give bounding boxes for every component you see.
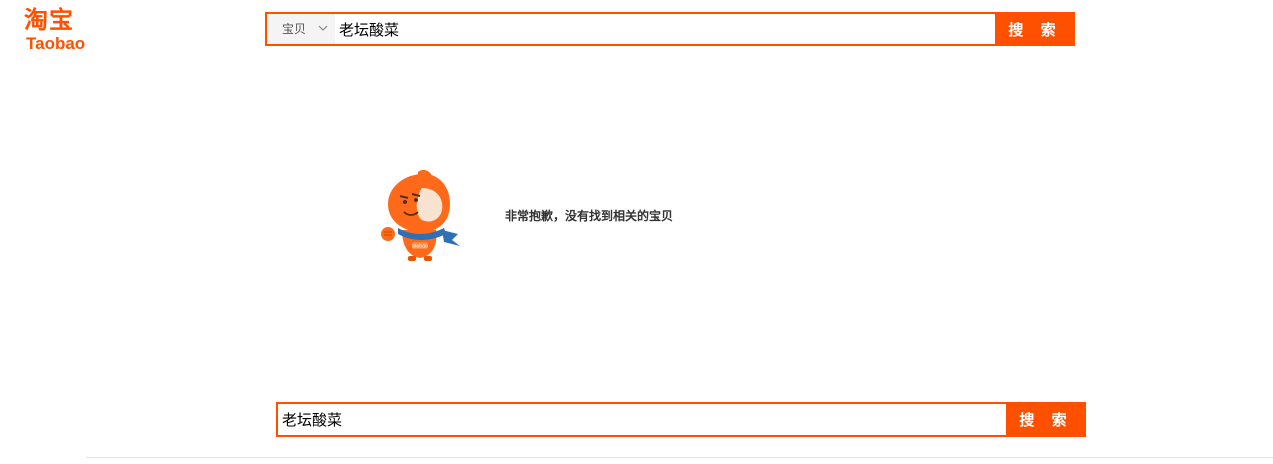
search-scope-label: 宝贝 xyxy=(282,22,307,36)
top-search-input[interactable] xyxy=(339,14,989,44)
bottom-search-input[interactable] xyxy=(282,404,1002,435)
search-results-page: 淘宝 Taobao 宝贝 搜 索 taobao xyxy=(0,0,1273,464)
top-search-bar: 宝贝 搜 索 xyxy=(265,12,1075,46)
taobao-mascot-icon: taobao xyxy=(381,170,460,261)
top-search-button[interactable]: 搜 索 xyxy=(995,12,1075,46)
no-result-message: 非常抱歉，没有找到相关的宝贝 xyxy=(505,209,674,223)
search-scope-dropdown[interactable]: 宝贝 xyxy=(267,14,335,44)
logo-en-text: Taobao xyxy=(26,34,86,53)
footer-divider xyxy=(86,457,1273,458)
bottom-search-button[interactable]: 搜 索 xyxy=(1006,402,1086,437)
logo-cn-text: 淘宝 xyxy=(24,6,74,34)
mascot-badge-text: taobao xyxy=(412,244,428,250)
chevron-down-icon xyxy=(318,25,328,31)
bottom-search-bar: 搜 索 xyxy=(276,402,1086,437)
taobao-logo[interactable]: 淘宝 Taobao xyxy=(24,6,96,54)
